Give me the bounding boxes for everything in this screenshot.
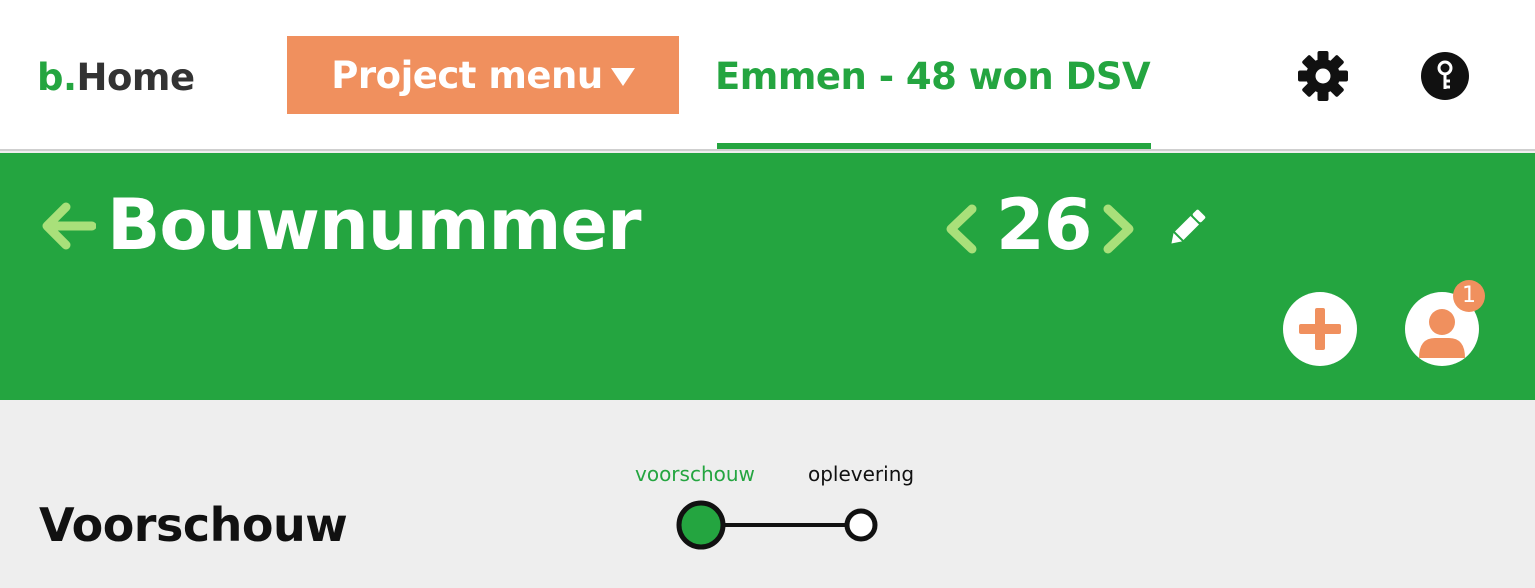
top-navigation: b.Home Project menu Emmen - 48 won DSV [0, 0, 1535, 151]
plus-icon [1299, 308, 1341, 350]
back-arrow-icon [42, 202, 97, 250]
step-dot-oplevering[interactable] [844, 508, 878, 542]
bouwnummer-value: 26 [996, 184, 1092, 266]
add-button[interactable] [1283, 292, 1357, 366]
logo-text: Home [76, 56, 196, 99]
chevron-right-icon [1103, 204, 1134, 254]
active-tab-underline [717, 143, 1151, 149]
project-menu-label: Project menu [331, 53, 603, 97]
caret-down-icon [610, 68, 635, 86]
step-dot-voorschouw[interactable] [676, 500, 726, 550]
settings-gear-icon [1298, 51, 1348, 101]
next-number-button[interactable] [1100, 203, 1138, 255]
step-label-oplevering[interactable]: oplevering [808, 462, 914, 486]
logo-accent: b. [37, 56, 77, 99]
project-name-tab[interactable]: Emmen - 48 won DSV [715, 54, 1151, 100]
app-logo[interactable]: b.Home [37, 56, 195, 100]
progress-stepper [676, 500, 878, 550]
chevron-left-icon [946, 204, 977, 254]
back-button[interactable] [40, 201, 97, 251]
project-menu-button[interactable]: Project menu [287, 36, 679, 114]
key-button[interactable] [1420, 51, 1470, 101]
settings-button[interactable] [1297, 50, 1349, 102]
section-title: Voorschouw [39, 498, 348, 552]
step-label-voorschouw[interactable]: voorschouw [635, 462, 755, 486]
edit-button[interactable] [1164, 205, 1210, 251]
page-title: Bouwnummer [107, 184, 641, 266]
page-header: Bouwnummer 26 1 [0, 153, 1535, 400]
notification-badge: 1 [1453, 280, 1485, 312]
key-icon [1421, 52, 1469, 100]
pencil-icon [1171, 209, 1206, 244]
previous-number-button[interactable] [942, 203, 980, 255]
